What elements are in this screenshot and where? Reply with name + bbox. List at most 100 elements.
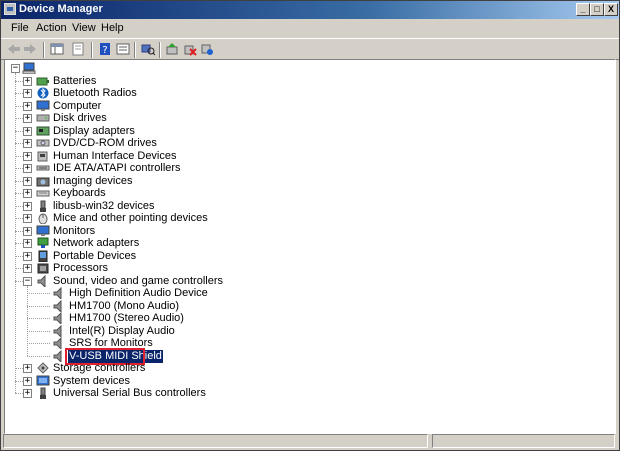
device-item-intel-r-display-audio[interactable]: Intel(R) Display Audio bbox=[5, 324, 605, 338]
expand-toggle[interactable]: + bbox=[23, 389, 32, 398]
maximize-button[interactable]: □ bbox=[590, 3, 604, 16]
expand-toggle[interactable]: + bbox=[23, 76, 32, 86]
keyboard-icon bbox=[36, 190, 50, 197]
menu-file[interactable]: File bbox=[11, 22, 29, 34]
device-item-hm1700-mono-audio[interactable]: HM1700 (Mono Audio) bbox=[5, 299, 605, 313]
expand-toggle[interactable]: + bbox=[23, 189, 32, 198]
close-button[interactable]: X bbox=[604, 3, 618, 16]
tree-connector bbox=[15, 80, 23, 82]
expand-toggle[interactable]: + bbox=[23, 139, 32, 148]
tree-connector bbox=[15, 218, 23, 219]
back-icon[interactable] bbox=[7, 42, 21, 56]
tree-connector bbox=[15, 268, 23, 269]
storage-icon bbox=[37, 362, 49, 374]
menu-help[interactable]: Help bbox=[101, 22, 124, 34]
expand-toggle[interactable]: + bbox=[23, 251, 32, 261]
tree-root[interactable]: − bbox=[5, 62, 605, 75]
menu-bar: File Action View Help bbox=[1, 19, 619, 38]
expand-toggle[interactable]: + bbox=[23, 164, 32, 173]
device-item-label: HM1700 (Stereo Audio) bbox=[69, 312, 184, 324]
scan-hardware-icon[interactable] bbox=[141, 42, 155, 56]
expand-toggle[interactable]: + bbox=[23, 114, 32, 123]
enable-device-icon[interactable] bbox=[200, 42, 214, 56]
tree-item-bluetooth-radios[interactable]: + Bluetooth Radios bbox=[5, 87, 605, 100]
tree-item-human-interface-devices[interactable]: + Human Interface Devices bbox=[5, 150, 605, 163]
properties-icon[interactable] bbox=[71, 42, 85, 56]
update-driver-icon[interactable] bbox=[165, 42, 179, 56]
tree-item-label: System devices bbox=[53, 374, 131, 387]
tree-item-batteries[interactable]: + Batteries bbox=[5, 75, 605, 88]
tree-item-portable-devices[interactable]: + Portable Devices bbox=[5, 250, 605, 263]
expand-toggle[interactable]: + bbox=[23, 214, 32, 223]
device-item-high-definition-audio-device[interactable]: High Definition Audio Device bbox=[5, 287, 605, 300]
speaker-icon bbox=[53, 349, 62, 362]
device-tree[interactable]: − + Batteries + Bluetooth Radios + Computer + Di… bbox=[4, 59, 616, 434]
processor-icon bbox=[37, 263, 49, 274]
tree-item-computer[interactable]: + Computer bbox=[5, 100, 605, 113]
tree-item-storage-controllers[interactable]: + Storage controllers bbox=[5, 362, 605, 375]
expand-toggle[interactable]: + bbox=[23, 239, 32, 248]
menu-action[interactable]: Action bbox=[36, 22, 67, 34]
tree-item-universal-serial-bus-controllers[interactable]: + Universal Serial Bus controllers bbox=[5, 387, 605, 400]
tree-connector bbox=[27, 318, 50, 319]
tree-item-libusb-win32-devices[interactable]: + libusb-win32 devices bbox=[5, 200, 605, 213]
tree-connector bbox=[27, 355, 50, 357]
tree-item-label: Sound, video and game controllers bbox=[53, 274, 223, 287]
usb-icon bbox=[40, 200, 46, 212]
expand-toggle[interactable]: + bbox=[23, 226, 32, 236]
forward-icon[interactable] bbox=[23, 42, 37, 56]
device-item-hm1700-stereo-audio[interactable]: HM1700 (Stereo Audio) bbox=[5, 312, 605, 325]
expand-toggle[interactable]: + bbox=[23, 176, 32, 186]
expand-toggle[interactable]: + bbox=[23, 264, 32, 273]
tree-item-label: Mice and other pointing devices bbox=[53, 212, 208, 224]
expand-toggle[interactable]: + bbox=[23, 89, 32, 98]
device-item-label: Intel(R) Display Audio bbox=[69, 324, 175, 337]
speaker-icon bbox=[37, 274, 46, 287]
tree-item-label: Imaging devices bbox=[53, 174, 133, 187]
tree-item-disk-drives[interactable]: + Disk drives bbox=[5, 112, 605, 125]
system-icon bbox=[36, 375, 50, 385]
tree-item-monitors[interactable]: + Monitors bbox=[5, 225, 605, 238]
tree-connector bbox=[15, 393, 23, 394]
menu-view[interactable]: View bbox=[72, 22, 96, 34]
tree-item-sound-video-and-game-controllers[interactable]: − Sound, video and game controllers bbox=[5, 274, 605, 288]
tree-connector bbox=[15, 168, 23, 169]
tree-connector bbox=[15, 205, 23, 207]
tree-item-display-adapters[interactable]: + Display adapters bbox=[5, 125, 605, 138]
collapse-toggle[interactable]: − bbox=[11, 64, 20, 73]
tree-connector bbox=[15, 230, 23, 232]
tree-item-label: Batteries bbox=[53, 74, 97, 87]
tree-item-system-devices[interactable]: + System devices bbox=[5, 375, 605, 388]
bluetooth-icon bbox=[37, 87, 49, 99]
minimize-button[interactable]: _ bbox=[576, 3, 590, 16]
uninstall-icon[interactable] bbox=[183, 42, 197, 56]
tree-item-label: libusb-win32 devices bbox=[53, 199, 155, 212]
speaker-icon bbox=[53, 299, 62, 312]
expand-toggle[interactable]: + bbox=[23, 376, 32, 386]
export-list-icon[interactable] bbox=[116, 42, 130, 56]
tree-connector bbox=[27, 305, 50, 307]
help-icon[interactable]: ? bbox=[98, 42, 112, 56]
computer-icon bbox=[22, 62, 36, 74]
speaker-icon bbox=[53, 324, 62, 337]
tree-item-dvd-cd-rom-drives[interactable]: + DVD/CD-ROM drives bbox=[5, 137, 605, 150]
tree-connector bbox=[15, 193, 23, 194]
tree-item-ide-ata-atapi-controllers[interactable]: + IDE ATA/ATAPI controllers bbox=[5, 162, 605, 175]
title-bar[interactable]: Device Manager _ □ X bbox=[1, 1, 619, 19]
tree-item-mice-and-other-pointing-devices[interactable]: + Mice and other pointing devices bbox=[5, 212, 605, 225]
show-hide-console-tree-icon[interactable] bbox=[50, 42, 64, 56]
tree-item-label: IDE ATA/ATAPI controllers bbox=[53, 162, 181, 174]
network-icon bbox=[37, 237, 49, 248]
expand-toggle[interactable]: + bbox=[23, 101, 32, 111]
tree-item-processors[interactable]: + Processors bbox=[5, 262, 605, 275]
expand-toggle[interactable]: + bbox=[23, 201, 32, 211]
tree-connector bbox=[15, 143, 23, 144]
expand-toggle[interactable]: + bbox=[23, 364, 32, 373]
tree-item-label: Keyboards bbox=[53, 187, 106, 199]
expand-toggle[interactable]: + bbox=[23, 126, 32, 136]
tree-item-network-adapters[interactable]: + Network adapters bbox=[5, 237, 605, 250]
expand-toggle[interactable]: + bbox=[23, 151, 32, 161]
tree-item-keyboards[interactable]: + Keyboards bbox=[5, 187, 605, 200]
tree-item-imaging-devices[interactable]: + Imaging devices bbox=[5, 175, 605, 188]
collapse-toggle[interactable]: − bbox=[23, 276, 32, 286]
